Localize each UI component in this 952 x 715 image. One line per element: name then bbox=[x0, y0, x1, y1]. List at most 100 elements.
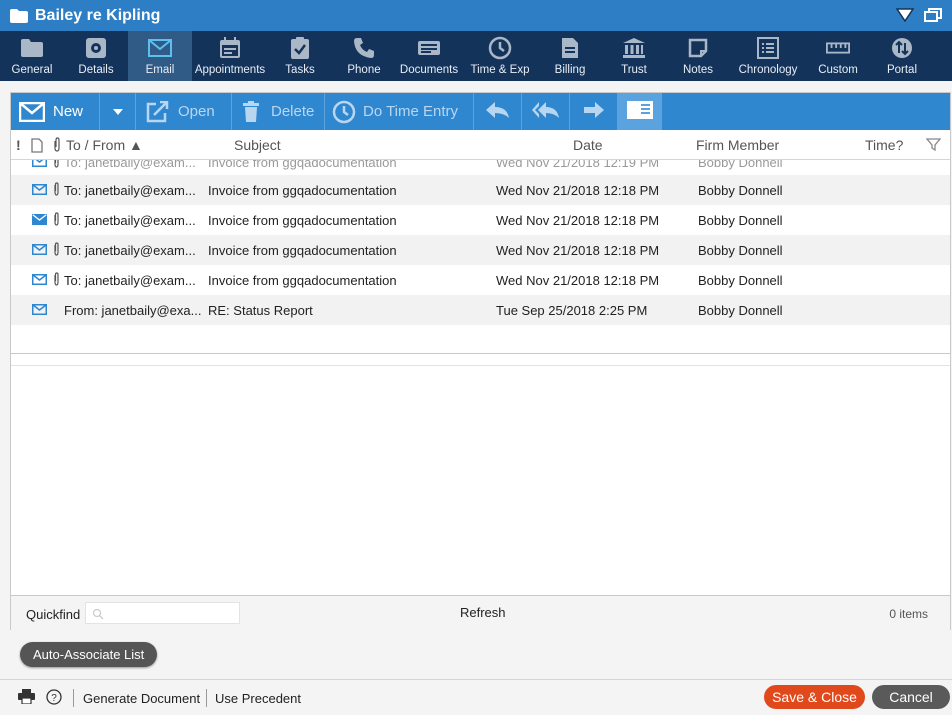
paperclip-icon bbox=[54, 182, 59, 196]
column-firm-member[interactable]: Firm Member bbox=[696, 137, 779, 153]
window-title: Bailey re Kipling bbox=[35, 6, 161, 24]
reply-all-button[interactable] bbox=[522, 93, 570, 130]
do-time-entry-label: Do Time Entry bbox=[363, 103, 459, 120]
row-firm-member: Bobby Donnell bbox=[698, 303, 783, 318]
reading-pane-toggle[interactable] bbox=[618, 93, 662, 130]
row-date: Wed Nov 21/2018 12:18 PM bbox=[496, 183, 660, 198]
envelope-icon bbox=[32, 184, 47, 195]
row-subject: Invoice from ggqadocumentation bbox=[208, 273, 397, 288]
save-close-button[interactable]: Save & Close bbox=[764, 685, 865, 709]
delete-button[interactable]: Delete bbox=[232, 93, 325, 130]
module-phone[interactable]: Phone bbox=[332, 31, 396, 81]
document-stack-icon bbox=[417, 36, 441, 60]
envelope-icon bbox=[32, 274, 47, 285]
row-date: Wed Nov 21/2018 12:18 PM bbox=[496, 273, 660, 288]
module-documents[interactable]: Documents bbox=[396, 31, 462, 81]
email-panel: New Open Delete Do Time Entry ! To / Fro… bbox=[10, 92, 951, 630]
row-date: Wed Nov 21/2018 12:18 PM bbox=[496, 213, 660, 228]
do-time-entry-button[interactable]: Do Time Entry bbox=[325, 93, 474, 130]
new-button[interactable]: New bbox=[11, 93, 100, 130]
open-external-icon bbox=[145, 100, 169, 123]
delete-label: Delete bbox=[271, 103, 315, 120]
module-label: Notes bbox=[682, 64, 714, 76]
envelope-icon bbox=[148, 36, 172, 60]
column-to-from[interactable]: To / From ▲ bbox=[66, 137, 143, 153]
open-button[interactable]: Open bbox=[136, 93, 232, 130]
auto-associate-button[interactable]: Auto-Associate List bbox=[20, 642, 158, 667]
portal-icon bbox=[890, 36, 914, 60]
generate-document-link[interactable]: Generate Document bbox=[83, 691, 200, 706]
item-count: 0 items bbox=[889, 607, 928, 621]
module-chronology[interactable]: Chronology bbox=[730, 31, 806, 81]
row-subject: Invoice from ggqadocumentation bbox=[208, 160, 397, 170]
forward-button[interactable] bbox=[570, 93, 618, 130]
list-footer: Quickfind Refresh 0 items bbox=[11, 595, 950, 630]
cancel-label: Cancel bbox=[889, 689, 933, 705]
module-billing[interactable]: Billing bbox=[538, 31, 602, 81]
module-trust[interactable]: Trust bbox=[602, 31, 666, 81]
module-notes[interactable]: Notes bbox=[666, 31, 730, 81]
filter-icon[interactable] bbox=[926, 138, 941, 151]
paperclip-icon[interactable] bbox=[53, 137, 61, 152]
refresh-button[interactable]: Refresh bbox=[460, 605, 506, 620]
module-label: Documents bbox=[399, 64, 459, 76]
module-label: Appointments bbox=[194, 64, 266, 76]
envelope-icon bbox=[32, 244, 47, 255]
column-time[interactable]: Time? bbox=[865, 137, 903, 153]
row-firm-member: Bobby Donnell bbox=[698, 160, 783, 170]
use-precedent-link[interactable]: Use Precedent bbox=[215, 691, 301, 706]
divider bbox=[206, 689, 207, 707]
table-row[interactable]: From: janetbaily@exa... RE: Status Repor… bbox=[11, 295, 950, 325]
table-row[interactable]: To: janetbaily@exam... Invoice from ggqa… bbox=[11, 265, 950, 295]
ruler-icon bbox=[826, 36, 850, 60]
restore-window-icon[interactable] bbox=[924, 8, 942, 22]
quickfind-input[interactable] bbox=[85, 602, 240, 624]
svg-text:?: ? bbox=[51, 693, 57, 704]
module-appointments[interactable]: Appointments bbox=[192, 31, 268, 81]
module-tasks[interactable]: Tasks bbox=[268, 31, 332, 81]
table-row[interactable]: To: janetbaily@exam... Invoice from ggqa… bbox=[11, 235, 950, 265]
module-label: Chronology bbox=[738, 64, 798, 76]
paperclip-icon bbox=[54, 212, 59, 226]
new-dropdown-button[interactable] bbox=[100, 93, 136, 130]
module-label: Email bbox=[145, 64, 175, 76]
row-firm-member: Bobby Donnell bbox=[698, 213, 783, 228]
divider bbox=[73, 689, 74, 707]
document-icon[interactable] bbox=[31, 138, 43, 153]
module-time-exp[interactable]: Time & Exp bbox=[462, 31, 538, 81]
envelope-icon bbox=[32, 304, 47, 315]
module-general[interactable]: General bbox=[0, 31, 64, 81]
column-subject[interactable]: Subject bbox=[234, 137, 281, 153]
folder-icon bbox=[20, 36, 44, 60]
trash-icon bbox=[242, 100, 260, 123]
row-subject: Invoice from ggqadocumentation bbox=[208, 183, 397, 198]
new-label: New bbox=[53, 103, 84, 120]
note-icon bbox=[686, 36, 710, 60]
search-icon bbox=[92, 608, 104, 620]
cancel-button[interactable]: Cancel bbox=[872, 685, 950, 709]
bank-icon bbox=[622, 36, 646, 60]
module-portal[interactable]: Portal bbox=[870, 31, 934, 81]
column-importance[interactable]: ! bbox=[16, 137, 21, 153]
module-details[interactable]: Details bbox=[64, 31, 128, 81]
forward-icon bbox=[583, 101, 605, 123]
dropdown-triangle-icon[interactable] bbox=[896, 8, 914, 22]
module-custom[interactable]: Custom bbox=[806, 31, 870, 81]
row-to-from: To: janetbaily@exam... bbox=[64, 213, 196, 228]
envelope-filled-icon bbox=[32, 214, 47, 225]
print-icon[interactable] bbox=[18, 689, 35, 704]
table-row[interactable]: To: janetbaily@exam... Invoice from ggqa… bbox=[11, 205, 950, 235]
column-date[interactable]: Date bbox=[573, 137, 603, 153]
row-firm-member: Bobby Donnell bbox=[698, 273, 783, 288]
open-label: Open bbox=[178, 103, 215, 120]
row-to-from: To: janetbaily@exam... bbox=[64, 160, 196, 170]
reply-button[interactable] bbox=[474, 93, 522, 130]
row-subject: RE: Status Report bbox=[208, 303, 313, 318]
help-icon[interactable]: ? bbox=[46, 689, 62, 705]
module-email[interactable]: Email bbox=[128, 31, 192, 81]
module-label: Details bbox=[78, 64, 114, 76]
invoice-icon bbox=[558, 36, 582, 60]
row-subject: Invoice from ggqadocumentation bbox=[208, 213, 397, 228]
table-row[interactable]: To: janetbaily@exam... Invoice from ggqa… bbox=[11, 175, 950, 205]
email-toolbar: New Open Delete Do Time Entry bbox=[11, 93, 950, 130]
